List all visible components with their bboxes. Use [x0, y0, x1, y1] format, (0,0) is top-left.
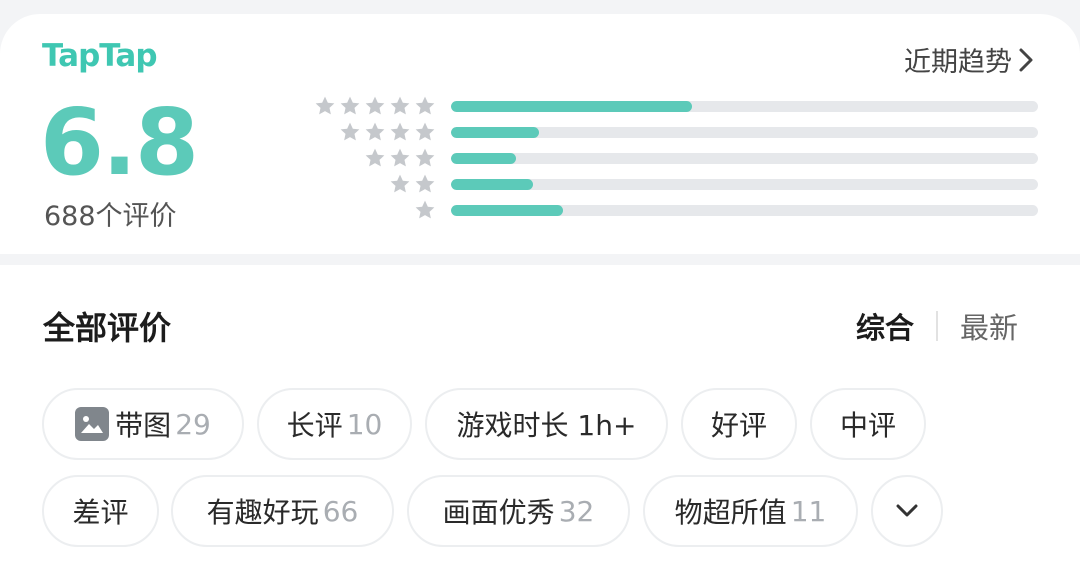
- rating-bar-fill: [451, 127, 540, 138]
- filter-chip-label: 游戏时长 1h+: [456, 409, 637, 442]
- filter-chip-label: 差评: [72, 496, 129, 529]
- filter-chip-negative[interactable]: 差评: [42, 475, 159, 547]
- rating-row-3-star: [0, 147, 1080, 169]
- rating-bar-track: [451, 205, 1038, 216]
- filter-chip-count: 29: [175, 407, 211, 441]
- filter-chip-count: 10: [346, 407, 383, 441]
- star-icon: [415, 96, 435, 115]
- rating-bar-track: [451, 127, 1038, 138]
- star-icon: [340, 96, 360, 115]
- star-icon: [415, 122, 435, 141]
- filter-chip-label: 画面优秀: [442, 496, 555, 529]
- rating-bar-fill: [451, 179, 534, 190]
- rating-row-1-star: [0, 199, 1080, 221]
- filter-chip-count: 66: [322, 494, 359, 528]
- star-icon: [365, 148, 385, 167]
- rating-distribution: [0, 0, 1080, 254]
- rating-bar-track: [451, 153, 1038, 164]
- filter-chip-positive[interactable]: 好评: [681, 388, 797, 460]
- sort-switch: 综合 最新: [856, 305, 1018, 347]
- filter-chip-neutral[interactable]: 中评: [810, 388, 926, 460]
- filter-chip-label: 物超所值: [674, 496, 787, 529]
- section-title: 全部评价: [43, 309, 172, 347]
- star-group: [314, 95, 436, 117]
- sort-latest[interactable]: 最新: [960, 305, 1018, 347]
- star-group: [414, 199, 436, 221]
- sort-divider: [935, 311, 938, 341]
- star-icon: [390, 148, 410, 167]
- rating-bar-fill: [451, 205, 563, 216]
- rating-bar-track: [451, 101, 1038, 112]
- chevron-down-icon: [896, 504, 918, 517]
- filter-chip-count: 32: [558, 494, 595, 528]
- filter-chip-playtime[interactable]: 游戏时长 1h+: [425, 388, 668, 460]
- star-group: [339, 121, 436, 143]
- filter-chip-label: 长评: [286, 409, 343, 442]
- filter-chip-count: 11: [790, 494, 827, 528]
- filter-chip-long-review[interactable]: 长评 10: [257, 388, 412, 460]
- star-icon: [390, 122, 410, 141]
- rating-bar-fill: [451, 101, 692, 112]
- sort-comprehensive[interactable]: 综合: [856, 305, 914, 347]
- filter-chip-label: 有趣好玩: [206, 496, 319, 529]
- star-icon: [340, 122, 360, 141]
- rating-row-5-star: [0, 95, 1080, 117]
- star-icon: [390, 96, 410, 115]
- image-icon: [75, 407, 110, 441]
- star-icon: [415, 200, 435, 219]
- filter-chip-fun[interactable]: 有趣好玩 66: [171, 475, 394, 547]
- filter-chip-label: 带图: [115, 409, 172, 442]
- rating-bar-track: [451, 179, 1038, 190]
- filter-chip-label: 好评: [710, 409, 767, 442]
- star-icon: [365, 122, 385, 141]
- star-icon: [365, 96, 385, 115]
- filter-chip-graphics[interactable]: 画面优秀 32: [407, 475, 630, 547]
- filter-chip-value[interactable]: 物超所值 11: [643, 475, 858, 547]
- star-icon: [415, 148, 435, 167]
- rating-row-2-star: [0, 173, 1080, 195]
- rating-bar-fill: [451, 153, 516, 164]
- star-icon: [315, 96, 335, 115]
- filter-chip-label: 中评: [839, 409, 896, 442]
- star-icon: [390, 174, 410, 193]
- star-group: [364, 147, 436, 169]
- star-group: [389, 173, 436, 195]
- filter-chip-with-images[interactable]: 带图 29: [42, 388, 244, 460]
- star-icon: [415, 174, 435, 193]
- rating-row-4-star: [0, 121, 1080, 143]
- expand-filters-button[interactable]: [871, 475, 943, 547]
